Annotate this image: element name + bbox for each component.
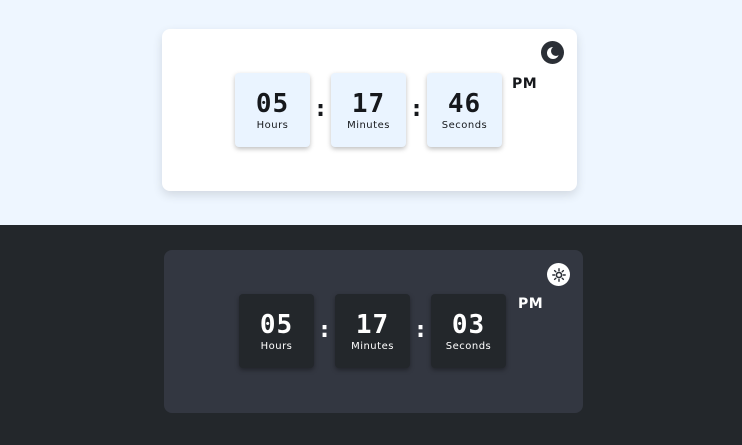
theme-toggle-button[interactable] bbox=[547, 263, 570, 286]
hours-label: Hours bbox=[260, 340, 293, 352]
minutes-box: 17 Minutes bbox=[331, 73, 406, 147]
clock-display: 05 Hours : 17 Minutes : 46 Seconds bbox=[235, 73, 502, 147]
theme-toggle-button[interactable] bbox=[541, 41, 564, 64]
hours-box: 05 Hours bbox=[235, 73, 310, 147]
sun-icon bbox=[551, 267, 566, 282]
seconds-label: Seconds bbox=[441, 119, 488, 131]
hours-value: 05 bbox=[255, 88, 290, 119]
light-clock-card: 05 Hours : 17 Minutes : 46 Seconds PM bbox=[162, 29, 577, 191]
period-indicator: PM bbox=[518, 296, 544, 312]
time-separator: : bbox=[316, 97, 325, 122]
clock-display: 05 Hours : 17 Minutes : 03 Seconds bbox=[239, 294, 506, 368]
hours-value: 05 bbox=[259, 309, 294, 340]
minutes-value: 17 bbox=[351, 88, 386, 119]
time-separator: : bbox=[412, 97, 421, 122]
seconds-box: 46 Seconds bbox=[427, 73, 502, 147]
dark-clock-card: 05 Hours : 17 Minutes : 03 Seconds PM bbox=[164, 250, 583, 413]
time-separator: : bbox=[416, 318, 425, 343]
period-indicator: PM bbox=[512, 76, 538, 92]
light-theme-section: 05 Hours : 17 Minutes : 46 Seconds PM bbox=[0, 0, 742, 225]
hours-label: Hours bbox=[256, 119, 289, 131]
time-separator: : bbox=[320, 318, 329, 343]
minutes-box: 17 Minutes bbox=[335, 294, 410, 368]
minutes-value: 17 bbox=[355, 309, 390, 340]
hours-box: 05 Hours bbox=[239, 294, 314, 368]
dark-theme-section: 05 Hours : 17 Minutes : 03 Seconds PM bbox=[0, 225, 742, 445]
seconds-value: 03 bbox=[451, 309, 486, 340]
moon-icon bbox=[546, 45, 560, 59]
seconds-box: 03 Seconds bbox=[431, 294, 506, 368]
seconds-value: 46 bbox=[447, 88, 482, 119]
minutes-label: Minutes bbox=[347, 119, 390, 131]
minutes-label: Minutes bbox=[351, 340, 394, 352]
seconds-label: Seconds bbox=[445, 340, 492, 352]
